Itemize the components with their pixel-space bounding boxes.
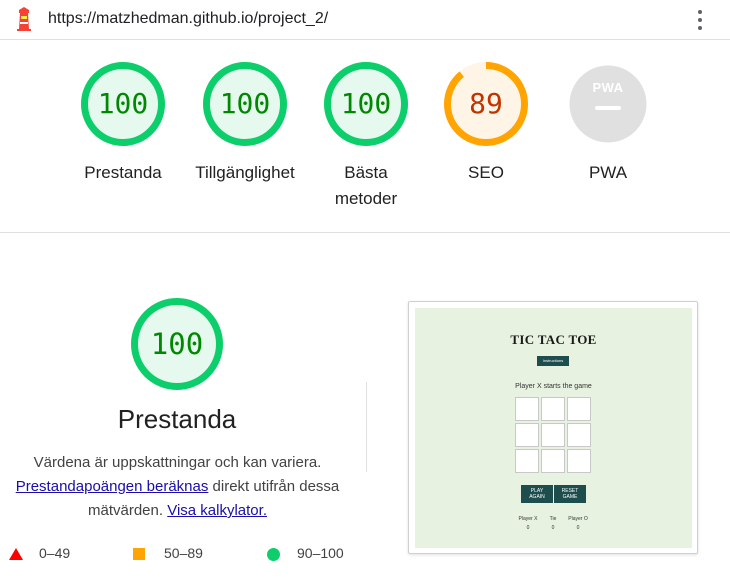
square-icon: [133, 548, 145, 560]
board-cell: [541, 397, 565, 421]
final-screenshot: TIC TAC TOE Instructions Player X starts…: [415, 308, 692, 548]
board-cell: [515, 449, 539, 473]
legend-average-range: 50–89: [164, 545, 203, 561]
thumb-play-again-button: PLAY AGAIN: [521, 485, 553, 503]
gauge-score: 100: [97, 87, 149, 120]
gauge-label-line: metoder: [334, 189, 398, 208]
gauge-label: SEO: [416, 160, 556, 186]
calculator-link[interactable]: Visa kalkylator.: [167, 502, 267, 519]
gauge-seo[interactable]: 89 SEO: [416, 62, 556, 186]
more-vert-icon[interactable]: [693, 8, 707, 32]
gauge-label: Tillgänglighet: [175, 160, 315, 186]
legend-pass-range: 90–100: [297, 545, 344, 561]
gauge-ring: 100: [324, 62, 408, 146]
gauge-ring-svg: [569, 65, 647, 143]
desc-text-2: direkt utifrån dessa: [208, 478, 340, 495]
reset-line2: GAME: [562, 494, 578, 500]
gauge-score: 89: [469, 87, 503, 120]
gauge-label-line: Prestanda: [84, 163, 162, 182]
report-url[interactable]: https://matzhedman.github.io/project_2/: [48, 10, 328, 28]
gauge-score: 100: [219, 87, 271, 120]
performance-title: Prestanda: [117, 404, 237, 434]
gauge-label-line: Bästa: [344, 163, 388, 182]
play-again-line2: AGAIN: [529, 494, 545, 500]
score-calculation-link[interactable]: Prestandapoängen beräknas: [16, 478, 209, 495]
circle-icon: [267, 548, 280, 561]
gauge-prestanda[interactable]: 100 Prestanda: [53, 62, 193, 186]
board-cell: [567, 423, 591, 447]
gauge-ring: PWA: [566, 62, 650, 146]
thumb-game-title: TIC TAC TOE: [510, 332, 597, 347]
performance-description: Värdena är uppskattningar och kan varier…: [5, 451, 350, 523]
gauge-label-line: PWA: [588, 163, 628, 182]
thumb-reset-game-button: RESET GAME: [554, 485, 586, 503]
gauge-label-line: Tillgänglighet: [195, 163, 295, 182]
vertical-separator: [366, 382, 367, 472]
gauge-bästa-metoder[interactable]: 100 Bästa metoder: [296, 62, 436, 212]
report-topbar: https://matzhedman.github.io/project_2/: [0, 0, 730, 40]
gauge-ring: 100: [81, 62, 165, 146]
gauge-label: Bästa metoder: [296, 160, 436, 212]
triangle-icon: [9, 548, 23, 560]
performance-score: 100: [150, 327, 204, 361]
gauge-label: PWA: [538, 160, 678, 186]
desc-text-1: Värdena är uppskattningar och kan varier…: [33, 454, 322, 471]
gauge-label: Prestanda: [53, 160, 193, 186]
desc-text-3: mätvärden.: [88, 502, 168, 519]
thumb-score-label-o: Player O: [568, 516, 588, 522]
gauge-score: 100: [340, 87, 392, 120]
thumb-score-value-o: 0: [576, 525, 580, 531]
legend-fail-range: 0–49: [39, 545, 71, 561]
legend-average: 50–89: [133, 545, 203, 561]
pwa-dash-icon: [595, 106, 621, 110]
section-divider: [0, 232, 730, 233]
gauge-ring: 89: [444, 62, 528, 146]
board-cell: [567, 449, 591, 473]
board-cell: [515, 397, 539, 421]
legend-pass: 90–100: [267, 545, 344, 561]
thumb-instructions-button: Instructions: [537, 356, 569, 366]
pwa-badge-icon: PWA: [592, 80, 624, 95]
thumb-game-board: [515, 397, 592, 473]
legend-fail: 0–49: [9, 545, 70, 561]
gauge-tillgänglighet[interactable]: 100 Tillgänglighet: [175, 62, 315, 186]
gauge-pwa[interactable]: PWA PWA: [538, 62, 678, 186]
board-cell: [541, 449, 565, 473]
lighthouse-icon: [15, 7, 33, 31]
gauge-label-line: SEO: [468, 163, 504, 182]
gauge-ring: 100: [203, 62, 287, 146]
board-cell: [541, 423, 565, 447]
board-cell: [567, 397, 591, 421]
board-cell: [515, 423, 539, 447]
thumb-status-text: Player X starts the game: [515, 383, 592, 390]
